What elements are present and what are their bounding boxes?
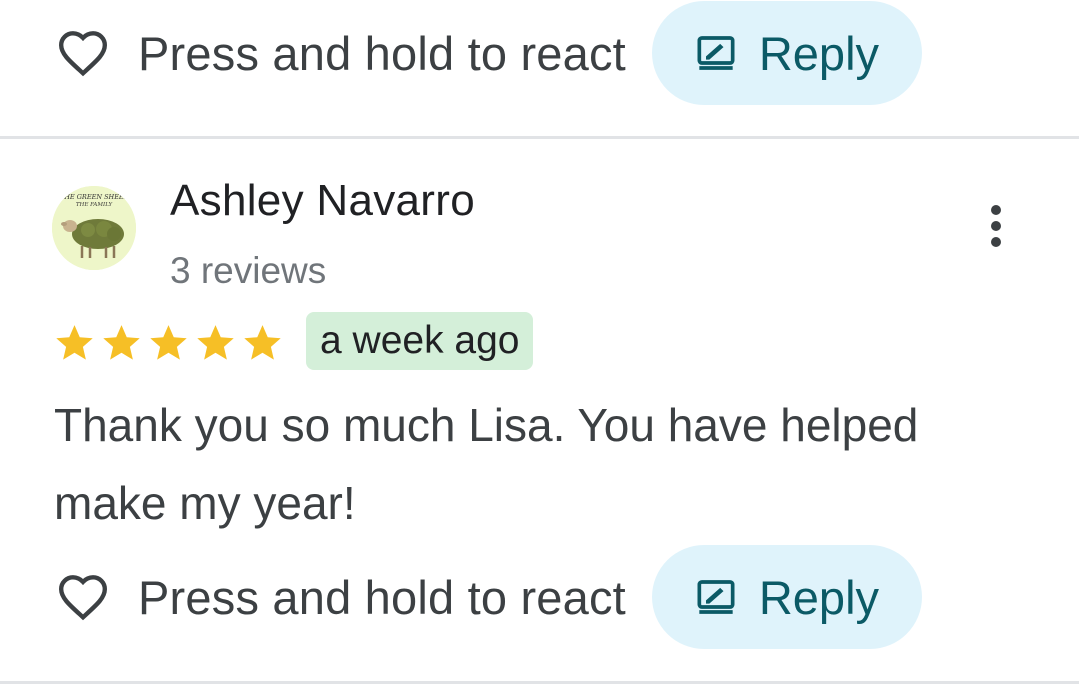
reply-button[interactable]: Reply [651, 545, 922, 649]
star-icon [197, 325, 234, 360]
star-rating [52, 322, 285, 364]
star-icon [56, 325, 93, 360]
react-label: Press and hold to react [138, 26, 626, 80]
top-action-row: Press and hold to react Reply [56, 1, 922, 105]
review-text: Thank you so much Lisa. You have helped … [54, 399, 919, 529]
more-vert-icon[interactable] [978, 202, 1014, 250]
react-label: Press and hold to react [138, 570, 626, 624]
star-icon [103, 325, 140, 360]
star-icon [150, 325, 187, 360]
reply-label: Reply [758, 570, 880, 624]
review-card: THE GREEN SHEEP THE FAMILY Ashley Navarr… [0, 140, 1079, 685]
review-count: 3 reviews [170, 250, 327, 291]
star-icon [244, 325, 281, 360]
react-button[interactable]: Press and hold to react [56, 26, 626, 81]
review-action-row: Press and hold to react Reply [56, 545, 922, 649]
svg-text:THE GREEN SHEEP: THE GREEN SHEEP [60, 193, 129, 201]
react-button[interactable]: Press and hold to react [56, 570, 626, 625]
heart-icon [58, 31, 108, 77]
reply-icon [697, 36, 735, 70]
avatar[interactable]: THE GREEN SHEEP THE FAMILY [52, 186, 136, 270]
reply-label: Reply [758, 26, 880, 80]
svg-text:THE FAMILY: THE FAMILY [76, 202, 114, 208]
author-name[interactable]: Ashley Navarro [170, 176, 475, 226]
reply-icon [697, 580, 735, 614]
reply-button[interactable]: Reply [651, 1, 922, 105]
heart-icon [58, 575, 108, 621]
review-date: a week ago [306, 312, 534, 370]
divider [0, 681, 1079, 684]
green-sheep-avatar: THE GREEN SHEEP THE FAMILY [52, 186, 136, 270]
divider [0, 136, 1079, 139]
